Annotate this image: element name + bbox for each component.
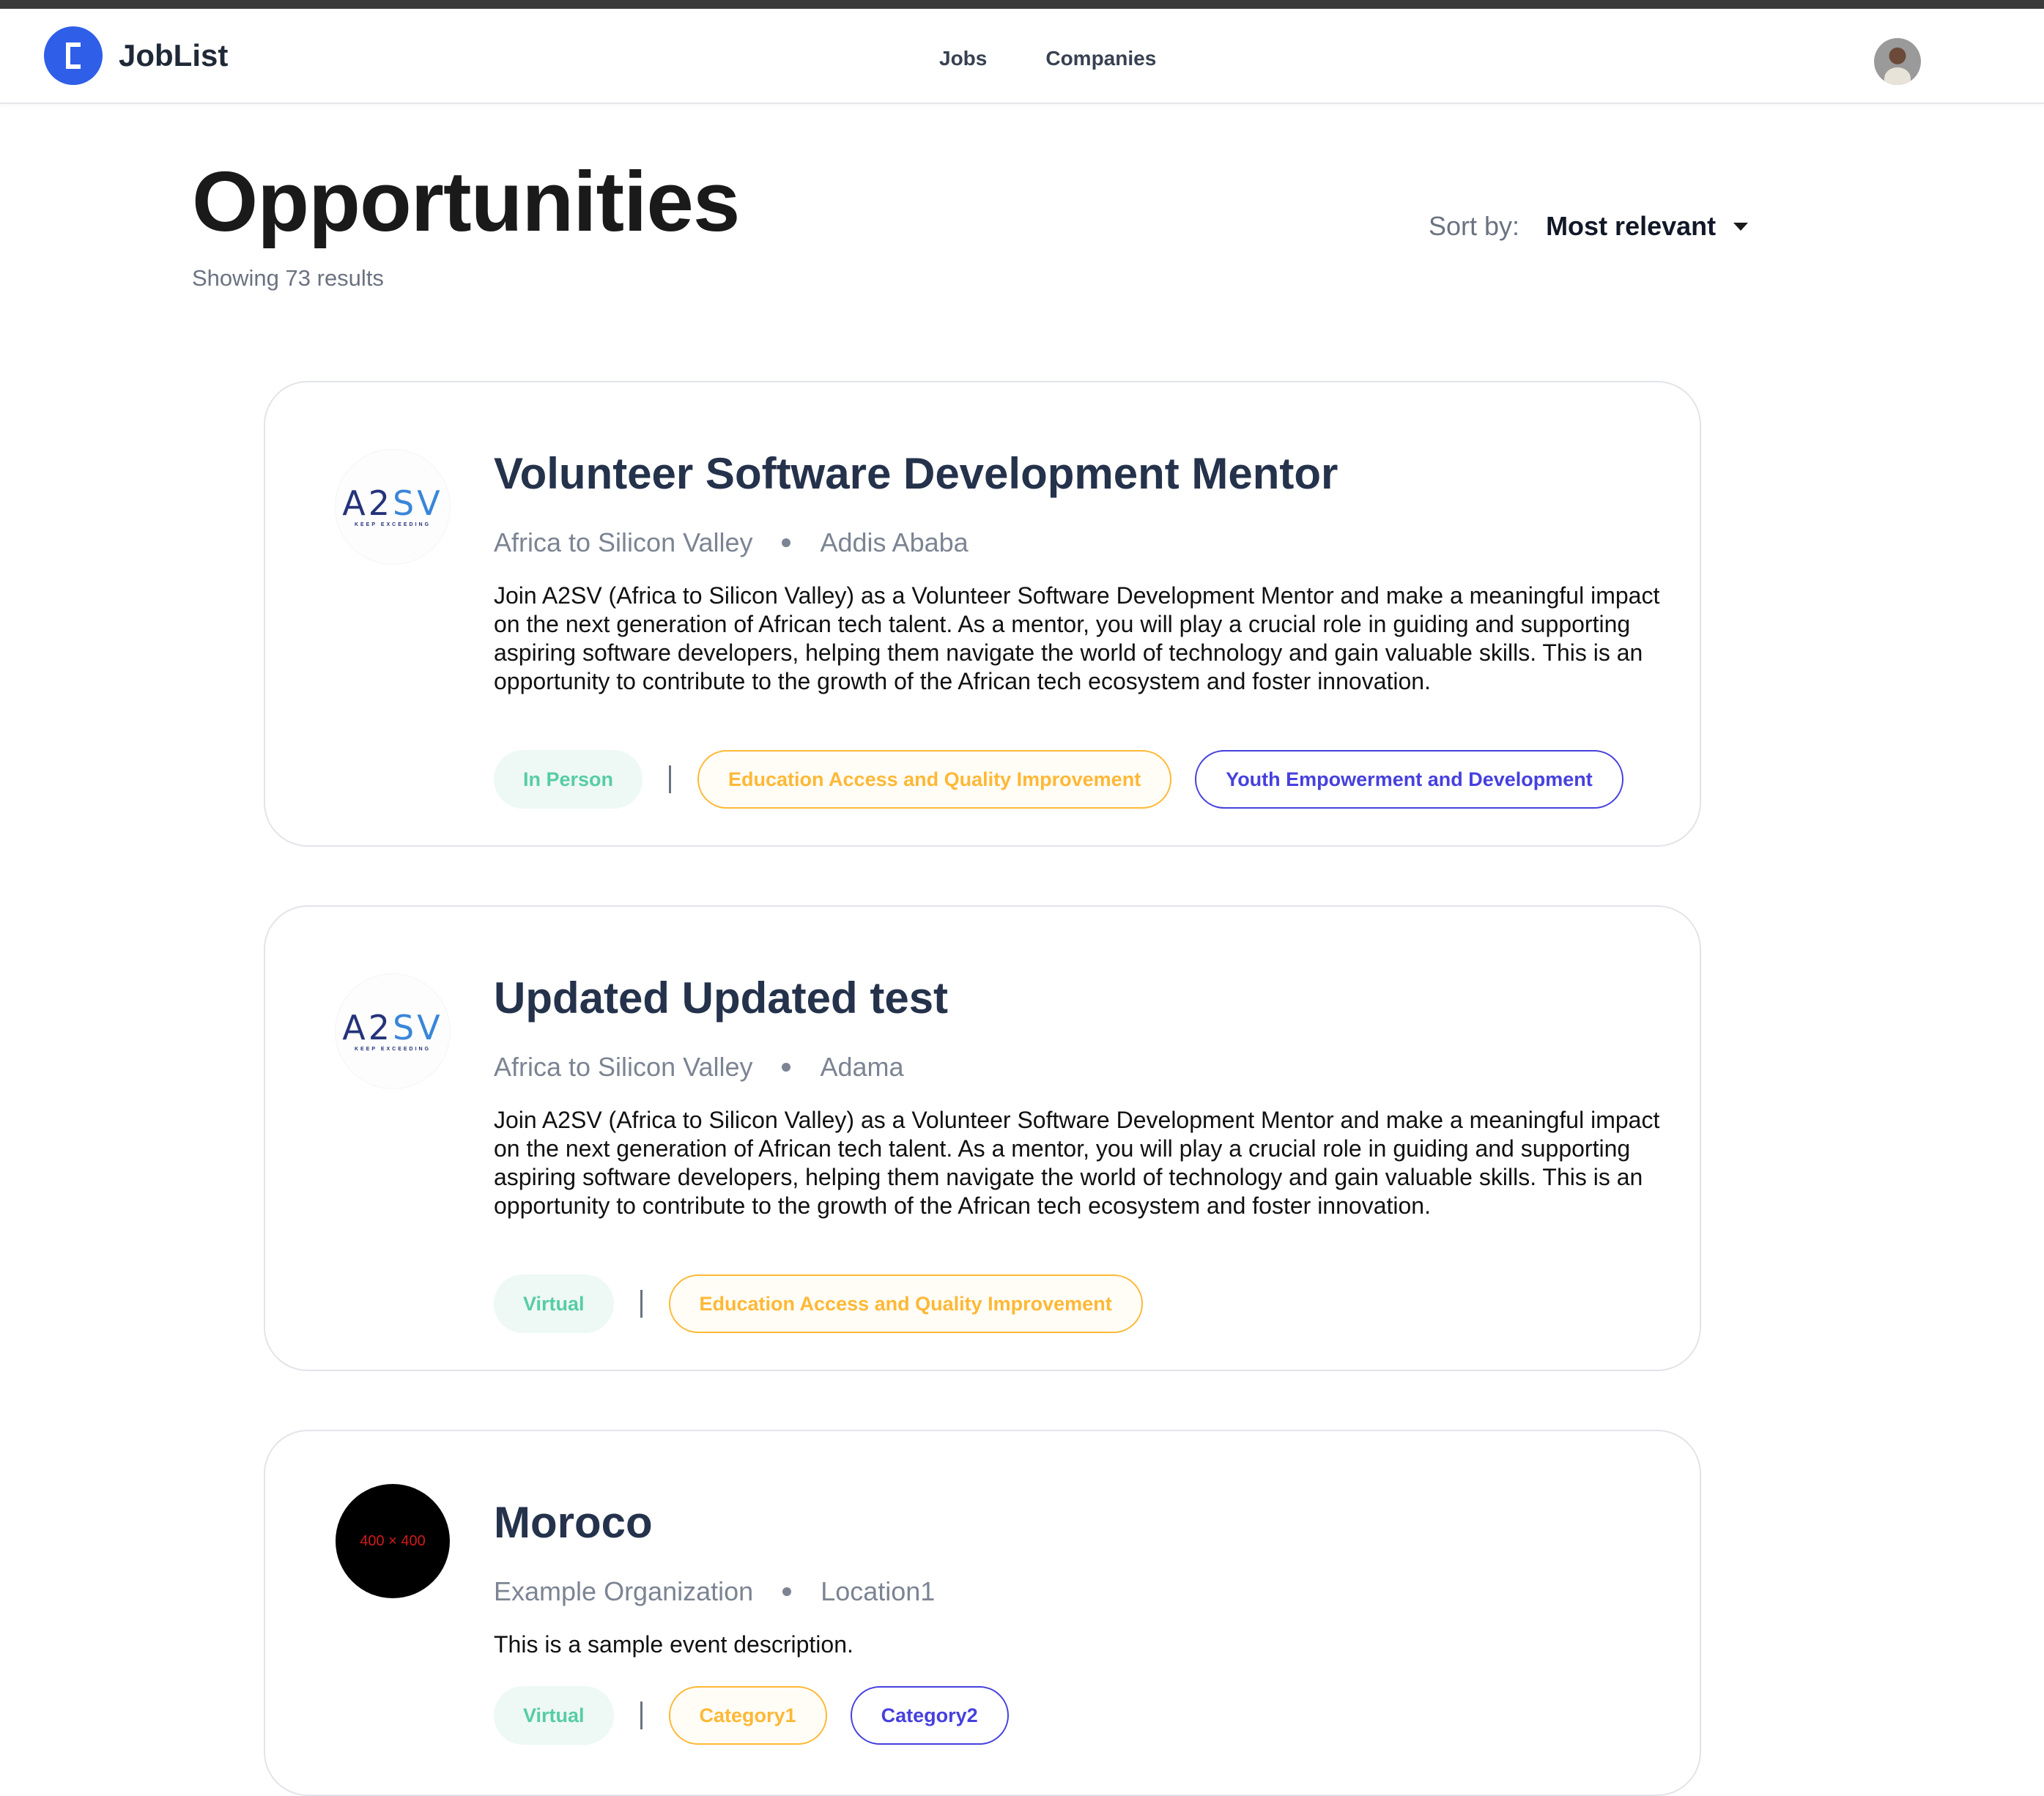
separator-dot (782, 538, 791, 547)
card-meta: Africa to Silicon Valley Adama (494, 1052, 904, 1083)
card-description: Join A2SV (Africa to Silicon Valley) as … (494, 1107, 1660, 1219)
sort-value[interactable]: Most relevant (1546, 211, 1716, 242)
separator-dot (782, 1587, 792, 1596)
joblist-logo-icon (44, 26, 103, 85)
result-count: Showing 73 results (192, 265, 384, 291)
organization-name: Africa to Silicon Valley (494, 527, 753, 557)
mode-tag: Virtual (494, 1686, 614, 1745)
category-tag: Education Access and Quality Improvement (697, 750, 1172, 809)
location: Location1 (821, 1576, 936, 1606)
opportunity-card[interactable]: A2SV KEEP EXCEEDING Volunteer Software D… (264, 381, 1701, 847)
card-title[interactable]: Moroco (494, 1497, 653, 1548)
mode-tag: In Person (494, 750, 643, 809)
card-tags: Virtual Education Access and Quality Imp… (494, 1274, 1143, 1333)
window-top-strip (0, 0, 2044, 9)
card-meta: Africa to Silicon Valley Addis Ababa (494, 527, 969, 558)
nav-link-jobs[interactable]: Jobs (939, 47, 987, 70)
sort-dropdown[interactable]: Sort by: Most relevant (1429, 211, 1749, 242)
sort-label: Sort by: (1429, 211, 1520, 241)
location: Adama (820, 1052, 904, 1082)
card-description: This is a sample event description. (494, 1631, 853, 1658)
navbar: JobList Jobs Companies (0, 9, 2044, 104)
card-title[interactable]: Volunteer Software Development Mentor (494, 448, 1338, 499)
a2sv-logo-tagline: KEEP EXCEEDING (354, 1047, 432, 1052)
company-logo: A2SV KEEP EXCEEDING (336, 974, 450, 1088)
company-logo: A2SV KEEP EXCEEDING (336, 450, 450, 564)
card-meta: Example Organization Location1 (494, 1576, 935, 1607)
page-title: Opportunities (192, 154, 740, 249)
organization-name: Africa to Silicon Valley (494, 1052, 753, 1082)
card-title[interactable]: Updated Updated test (494, 973, 948, 1023)
tag-divider (669, 765, 672, 793)
card-tags: Virtual Category1 Category2 (494, 1686, 1009, 1745)
main-nav: Jobs Companies (939, 47, 1215, 70)
caret-down-icon[interactable] (1733, 222, 1749, 231)
opportunity-card[interactable]: 400 × 400 Moroco Example Organization Lo… (264, 1430, 1701, 1796)
brand-name: JobList (119, 38, 229, 73)
card-description: Join A2SV (Africa to Silicon Valley) as … (494, 582, 1660, 694)
a2sv-logo-tagline: KEEP EXCEEDING (354, 522, 432, 527)
category-tag: Category2 (850, 1686, 1009, 1745)
card-tags: In Person Education Access and Quality I… (494, 750, 1623, 809)
category-tag: Education Access and Quality Improvement (668, 1274, 1143, 1333)
nav-link-companies[interactable]: Companies (1045, 47, 1156, 70)
brand[interactable]: JobList (44, 26, 228, 85)
organization-name: Example Organization (494, 1576, 754, 1606)
separator-dot (782, 1063, 791, 1072)
company-logo: 400 × 400 (336, 1484, 450, 1598)
category-tag: Youth Empowerment and Development (1195, 750, 1623, 809)
a2sv-logo-text: A2SV (342, 483, 443, 523)
placeholder-logo-text: 400 × 400 (360, 1532, 426, 1549)
mode-tag: Virtual (494, 1274, 614, 1333)
a2sv-logo-text: A2SV (342, 1008, 443, 1047)
tag-divider (640, 1290, 643, 1318)
tag-divider (640, 1702, 643, 1729)
avatar[interactable] (1874, 38, 1921, 85)
location: Addis Ababa (820, 527, 969, 557)
category-tag: Category1 (668, 1686, 827, 1745)
opportunity-card[interactable]: A2SV KEEP EXCEEDING Updated Updated test… (264, 905, 1701, 1371)
